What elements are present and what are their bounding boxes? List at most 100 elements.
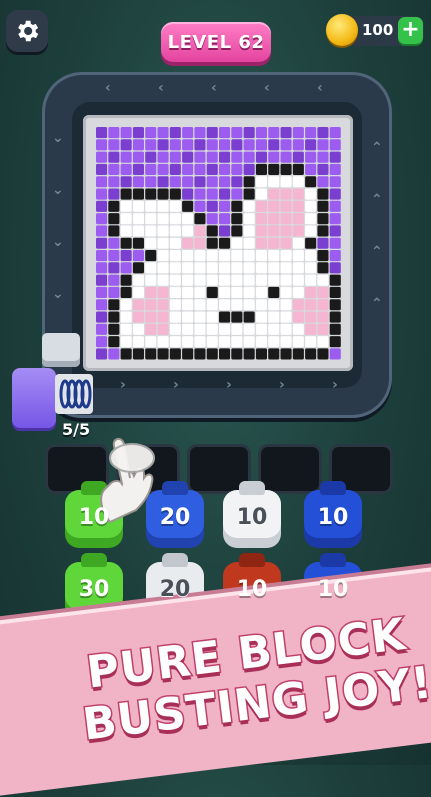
pixel-cell bbox=[280, 311, 292, 323]
pixel-cell bbox=[305, 188, 317, 200]
pixel-cell bbox=[169, 299, 181, 311]
pixel-cell bbox=[194, 286, 206, 298]
pixel-cell bbox=[317, 163, 329, 175]
conveyor-arrow-icon: › bbox=[332, 377, 338, 393]
pixel-cell bbox=[219, 213, 231, 225]
block-cap bbox=[320, 481, 346, 495]
pixel-cell bbox=[132, 274, 144, 286]
pixel-cell bbox=[120, 262, 132, 274]
pixel-cell bbox=[120, 250, 132, 262]
pixel-cell bbox=[317, 188, 329, 200]
pixel-cell bbox=[182, 127, 194, 139]
pixel-cell bbox=[108, 274, 120, 286]
pixel-cell bbox=[329, 311, 341, 323]
number-block[interactable]: 30 bbox=[65, 553, 123, 616]
block-shooter[interactable] bbox=[12, 368, 56, 428]
shooter-count: 5/5 bbox=[62, 420, 91, 439]
pixel-cell bbox=[206, 336, 218, 348]
pixel-cell bbox=[329, 127, 341, 139]
pixel-cell bbox=[145, 348, 157, 360]
add-coins-button[interactable]: + bbox=[398, 17, 423, 44]
coin-amount: 100 bbox=[362, 21, 394, 39]
pixel-cell bbox=[329, 323, 341, 335]
number-block[interactable]: 10 bbox=[223, 481, 281, 544]
empty-slot[interactable] bbox=[261, 447, 319, 491]
pixel-cell bbox=[108, 286, 120, 298]
pixel-cell bbox=[292, 299, 304, 311]
pixel-cell bbox=[219, 151, 231, 163]
pixel-cell bbox=[231, 139, 243, 151]
pixel-cell bbox=[255, 274, 267, 286]
pixel-cell bbox=[219, 286, 231, 298]
pixel-cell bbox=[329, 237, 341, 249]
pixel-cell bbox=[120, 139, 132, 151]
pixel-cell bbox=[231, 348, 243, 360]
pixel-cell bbox=[108, 311, 120, 323]
pixel-cell bbox=[132, 336, 144, 348]
pixel-cell bbox=[182, 225, 194, 237]
pixel-cell bbox=[194, 262, 206, 274]
pixel-cell bbox=[255, 176, 267, 188]
pixel-cell bbox=[108, 163, 120, 175]
pixel-cell bbox=[145, 274, 157, 286]
pixel-cell bbox=[157, 163, 169, 175]
pixel-cell bbox=[108, 336, 120, 348]
pixel-cell bbox=[292, 348, 304, 360]
pixel-cell bbox=[255, 286, 267, 298]
pixel-cell bbox=[132, 311, 144, 323]
pixel-cell bbox=[145, 286, 157, 298]
pixel-cell bbox=[96, 262, 108, 274]
pixel-cell bbox=[268, 323, 280, 335]
pixel-cell bbox=[305, 176, 317, 188]
pixel-cell bbox=[292, 188, 304, 200]
pixel-cell bbox=[157, 274, 169, 286]
pixel-cell bbox=[329, 200, 341, 212]
pixel-cell bbox=[329, 188, 341, 200]
pixel-cell bbox=[305, 274, 317, 286]
pixel-cell bbox=[255, 139, 267, 151]
pixel-cell bbox=[280, 163, 292, 175]
block-value: 10 bbox=[317, 504, 349, 530]
pixel-cell bbox=[132, 286, 144, 298]
pixel-cell bbox=[182, 323, 194, 335]
pixel-cell bbox=[157, 286, 169, 298]
pixel-cell bbox=[268, 262, 280, 274]
pixel-cell bbox=[219, 250, 231, 262]
pixel-cell bbox=[145, 213, 157, 225]
pixel-cell bbox=[206, 225, 218, 237]
pixel-cell bbox=[96, 311, 108, 323]
number-block[interactable]: 10 bbox=[304, 481, 362, 544]
pixel-cell bbox=[305, 225, 317, 237]
pixel-cell bbox=[292, 151, 304, 163]
pixel-cell bbox=[169, 200, 181, 212]
pixel-cell bbox=[206, 163, 218, 175]
pixel-cell bbox=[255, 262, 267, 274]
pixel-cell bbox=[182, 299, 194, 311]
pixel-cell bbox=[317, 250, 329, 262]
pixel-cell bbox=[169, 139, 181, 151]
pixel-cell bbox=[317, 262, 329, 274]
pixel-cell bbox=[231, 163, 243, 175]
pixel-cell bbox=[243, 213, 255, 225]
block-cap bbox=[239, 553, 265, 567]
pixel-cell bbox=[305, 213, 317, 225]
pixel-cell bbox=[243, 225, 255, 237]
pixel-cell bbox=[305, 323, 317, 335]
pixel-cell bbox=[96, 213, 108, 225]
settings-button[interactable] bbox=[6, 10, 48, 52]
pixel-cell bbox=[317, 213, 329, 225]
pixel-cell bbox=[194, 200, 206, 212]
pixel-cell bbox=[219, 127, 231, 139]
pixel-cell bbox=[268, 151, 280, 163]
pixel-art-board[interactable] bbox=[96, 127, 342, 360]
pixel-cell bbox=[219, 311, 231, 323]
pixel-cell bbox=[157, 311, 169, 323]
pixel-cell bbox=[108, 225, 120, 237]
pixel-cell bbox=[231, 250, 243, 262]
pixel-cell bbox=[96, 237, 108, 249]
pixel-cell bbox=[292, 225, 304, 237]
conveyor-arrow-icon: ‹ bbox=[317, 80, 323, 96]
pixel-cell bbox=[120, 336, 132, 348]
block-cap bbox=[239, 481, 265, 495]
pixel-cell bbox=[206, 299, 218, 311]
